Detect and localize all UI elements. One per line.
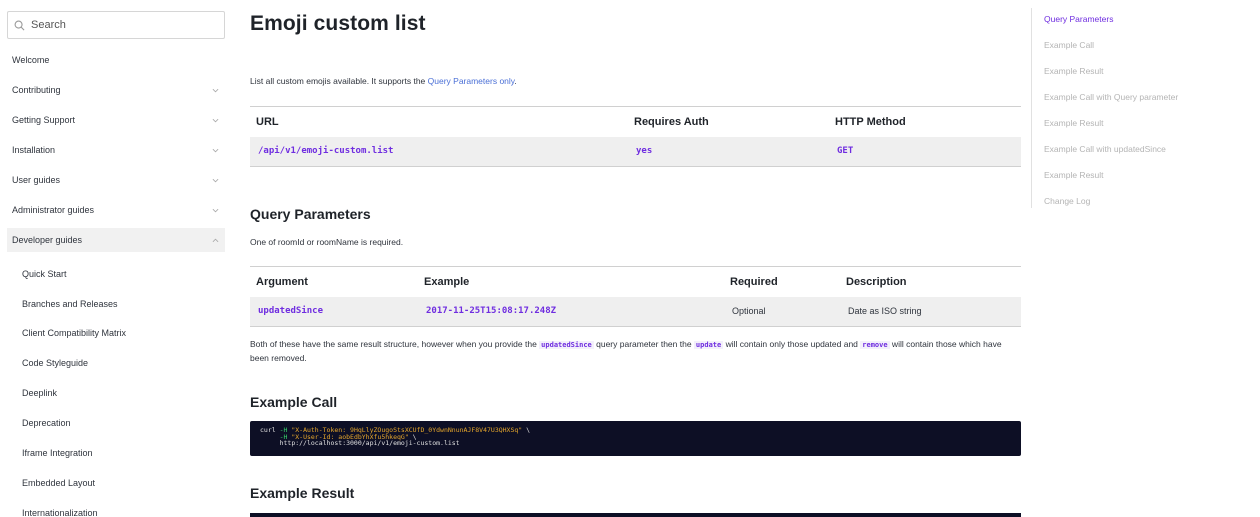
toc-item-example-call-query-parameter[interactable]: Example Call with Query parameter bbox=[1044, 92, 1178, 102]
result-structure-note: Both of these have the same result struc… bbox=[250, 338, 1010, 365]
argument-value: updatedSince bbox=[250, 296, 418, 327]
example-result-code bbox=[250, 513, 1021, 517]
inline-code: remove bbox=[860, 341, 890, 349]
chevron-down-icon bbox=[212, 88, 219, 92]
required-value: Optional bbox=[724, 296, 840, 327]
query-parameters-table: Argument Example Required Description up… bbox=[250, 266, 1021, 327]
table-header: Required bbox=[724, 266, 840, 297]
table-row: updatedSince 2017-11-25T15:08:17.248Z Op… bbox=[250, 296, 1021, 327]
example-call-code: curl -H "X-Auth-Token: 9HqLlyZOugoStsXCU… bbox=[250, 421, 1021, 456]
search-input[interactable]: Search bbox=[31, 19, 66, 31]
sidebar-item-label: Developer guides bbox=[12, 235, 83, 245]
chevron-up-icon bbox=[212, 238, 219, 242]
toc-item-example-result[interactable]: Example Result bbox=[1044, 118, 1104, 128]
table-header: Description bbox=[840, 266, 1021, 297]
sidebar-item-developer-guides[interactable]: Developer guides bbox=[7, 228, 225, 252]
toc-item-example-result[interactable]: Example Result bbox=[1044, 170, 1104, 180]
sidebar-item-label: Installation bbox=[12, 145, 56, 155]
sidebar-item-installation[interactable]: Installation bbox=[7, 138, 225, 162]
sidebar-subitem-branches-and-releases[interactable]: Branches and Releases bbox=[22, 294, 118, 314]
example-result-heading: Example Result bbox=[250, 485, 355, 501]
chevron-down-icon bbox=[212, 208, 219, 212]
sidebar-item-contributing[interactable]: Contributing bbox=[7, 78, 225, 102]
sidebar-subitem-quick-start[interactable]: Quick Start bbox=[22, 264, 67, 284]
table-header-row: Argument Example Required Description bbox=[250, 266, 1021, 297]
sidebar-subitem-internationalization[interactable]: Internationalization bbox=[22, 503, 98, 517]
sidebar-item-label: Getting Support bbox=[12, 115, 76, 125]
sidebar-item-user-guides[interactable]: User guides bbox=[7, 168, 225, 192]
toc-item-example-result[interactable]: Example Result bbox=[1044, 66, 1104, 76]
toc-item-example-call-updated-since[interactable]: Example Call with updatedSince bbox=[1044, 144, 1166, 154]
intro-text-end: . bbox=[514, 76, 517, 86]
intro-text: List all custom emojis available. It sup… bbox=[250, 76, 517, 86]
sidebar-item-label: Administrator guides bbox=[12, 205, 95, 215]
sidebar-subitem-embedded-layout[interactable]: Embedded Layout bbox=[22, 473, 95, 493]
table-row: /api/v1/emoji-custom.list yes GET bbox=[250, 136, 1021, 167]
description-value: Date as ISO string bbox=[840, 296, 1021, 327]
example-call-heading: Example Call bbox=[250, 394, 338, 410]
endpoint-url: /api/v1/emoji-custom.list bbox=[250, 136, 628, 167]
table-header: URL bbox=[250, 106, 628, 137]
example-value: 2017-11-25T15:08:17.248Z bbox=[418, 296, 724, 327]
table-header: HTTP Method bbox=[829, 106, 1021, 137]
chevron-down-icon bbox=[212, 178, 219, 182]
table-header: Requires Auth bbox=[628, 106, 829, 137]
endpoint-table: URL Requires Auth HTTP Method /api/v1/em… bbox=[250, 106, 1021, 167]
sidebar-item-welcome[interactable]: Welcome bbox=[7, 48, 225, 72]
chevron-down-icon bbox=[212, 118, 219, 122]
sidebar-subitem-iframe-integration[interactable]: Iframe Integration bbox=[22, 443, 93, 463]
toc-item-query-parameters[interactable]: Query Parameters bbox=[1044, 14, 1113, 24]
table-header: Argument bbox=[250, 266, 418, 297]
table-header: Example bbox=[418, 266, 724, 297]
query-parameters-heading: Query Parameters bbox=[250, 206, 371, 222]
sidebar-item-administrator-guides[interactable]: Administrator guides bbox=[7, 198, 225, 222]
code-text: http://localhost:3000/api/v1/emoji-custo… bbox=[279, 439, 460, 447]
code-text: \ bbox=[522, 426, 531, 434]
table-of-contents: Query Parameters Example Call Example Re… bbox=[1031, 8, 1231, 208]
http-method-value: GET bbox=[829, 136, 1021, 167]
sidebar-item-label: Contributing bbox=[12, 85, 61, 95]
requires-auth-value: yes bbox=[628, 136, 829, 167]
toc-item-example-call[interactable]: Example Call bbox=[1044, 40, 1094, 50]
search-icon bbox=[14, 20, 25, 30]
sidebar-subitem-deeplink[interactable]: Deeplink bbox=[22, 383, 57, 403]
inline-code: update bbox=[693, 341, 724, 349]
chevron-down-icon bbox=[212, 148, 219, 152]
inline-code: updatedSince bbox=[539, 341, 594, 349]
sidebar-subitem-client-compatibility-matrix[interactable]: Client Compatibility Matrix bbox=[22, 323, 126, 343]
note-text: query parameter then the bbox=[593, 339, 694, 349]
search-box[interactable]: Search bbox=[7, 11, 225, 39]
main-content: Emoji custom list List all custom emojis… bbox=[250, 0, 1021, 517]
note-text: will contain only those updated and bbox=[723, 339, 861, 349]
note-text: Both of these have the same result struc… bbox=[250, 339, 540, 349]
table-header-row: URL Requires Auth HTTP Method bbox=[250, 106, 1021, 137]
sidebar: Search Welcome Contributing Getting Supp… bbox=[0, 0, 232, 517]
sidebar-subitem-deprecation[interactable]: Deprecation bbox=[22, 413, 71, 433]
toc-item-change-log[interactable]: Change Log bbox=[1044, 196, 1090, 206]
page-title: Emoji custom list bbox=[250, 12, 426, 35]
query-parameters-link[interactable]: Query Parameters only bbox=[428, 76, 515, 86]
intro-text-body: List all custom emojis available. It sup… bbox=[250, 76, 428, 86]
sidebar-subitem-code-styleguide[interactable]: Code Styleguide bbox=[22, 353, 88, 373]
query-parameters-note: One of roomId or roomName is required. bbox=[250, 237, 404, 247]
code-text: curl bbox=[260, 426, 280, 434]
sidebar-item-label: Welcome bbox=[12, 55, 50, 65]
sidebar-item-getting-support[interactable]: Getting Support bbox=[7, 108, 225, 132]
sidebar-item-label: User guides bbox=[12, 175, 61, 185]
